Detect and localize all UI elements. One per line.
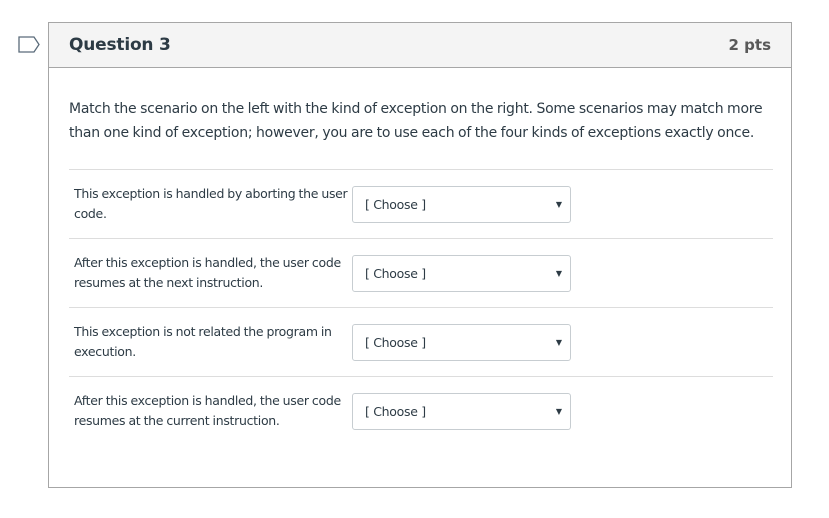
question-body: Match the scenario on the left with the …	[49, 68, 791, 445]
flag-question-icon[interactable]	[18, 36, 40, 53]
select-value: [ Choose ]	[365, 196, 426, 212]
chevron-down-icon: ▼	[555, 337, 562, 347]
matching-answers: This exception is handled by aborting th…	[69, 169, 773, 445]
select-value: [ Choose ]	[365, 403, 426, 419]
answer-row: After this exception is handled, the use…	[69, 376, 773, 445]
answer-select[interactable]: [ Choose ] ▼	[352, 323, 571, 361]
select-value: [ Choose ]	[365, 334, 426, 350]
question-title: Question 3	[69, 35, 171, 55]
answer-label: This exception is handled by aborting th…	[74, 186, 348, 221]
answer-row: After this exception is handled, the use…	[69, 238, 773, 307]
chevron-down-icon: ▼	[555, 199, 562, 209]
quiz-page: Question 3 2 pts Match the scenario on t…	[0, 0, 829, 518]
chevron-down-icon: ▼	[555, 268, 562, 278]
answer-label: After this exception is handled, the use…	[74, 393, 341, 428]
answer-select[interactable]: [ Choose ] ▼	[352, 254, 571, 292]
question-prompt: Match the scenario on the left with the …	[69, 101, 763, 141]
answer-row: This exception is handled by aborting th…	[69, 169, 773, 238]
answer-row: This exception is not related the progra…	[69, 307, 773, 376]
question-header: Question 3 2 pts	[49, 23, 791, 68]
question-card: Question 3 2 pts Match the scenario on t…	[48, 22, 792, 488]
question-points: 2 pts	[728, 36, 772, 54]
answer-label: This exception is not related the progra…	[74, 324, 332, 359]
answer-select[interactable]: [ Choose ] ▼	[352, 392, 571, 430]
answer-select[interactable]: [ Choose ] ▼	[352, 185, 571, 223]
chevron-down-icon: ▼	[555, 406, 562, 416]
select-value: [ Choose ]	[365, 265, 426, 281]
answer-label: After this exception is handled, the use…	[74, 255, 341, 290]
